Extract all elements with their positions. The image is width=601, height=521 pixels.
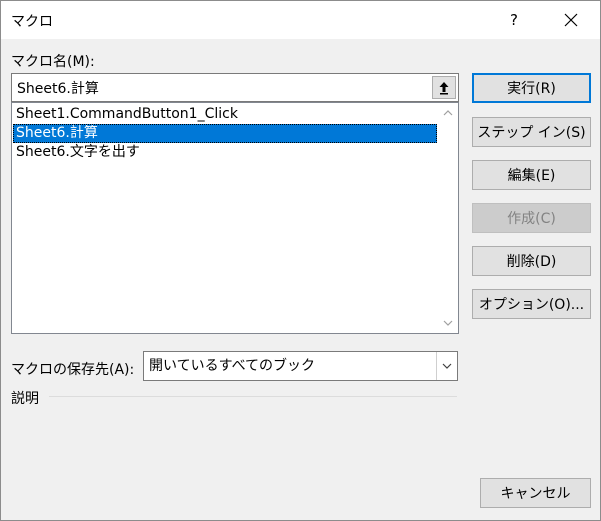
macro-name-input[interactable] xyxy=(12,74,430,101)
macro-name-field xyxy=(11,73,459,102)
location-dropdown-button[interactable] xyxy=(436,352,457,380)
run-button[interactable]: 実行(R) xyxy=(472,73,591,103)
delete-button[interactable]: 削除(D) xyxy=(472,246,591,276)
chevron-down-icon xyxy=(443,320,453,326)
scroll-up-button[interactable] xyxy=(438,103,458,123)
scroll-down-button[interactable] xyxy=(438,313,458,333)
dialog-title: マクロ xyxy=(11,14,53,30)
macro-dialog: マクロ ? マクロ名(M): Sheet1.CommandButton1_Cli… xyxy=(0,0,601,521)
list-item-selected[interactable]: Sheet6.計算 xyxy=(13,124,437,143)
edit-button[interactable]: 編集(E) xyxy=(472,160,591,190)
create-button[interactable]: 作成(C) xyxy=(472,203,591,233)
close-button[interactable] xyxy=(551,1,591,39)
help-icon: ? xyxy=(510,11,518,29)
step-in-button[interactable]: ステップ イン(S) xyxy=(472,117,591,147)
chevron-down-icon xyxy=(442,363,452,369)
description-label: 説明 xyxy=(11,391,39,407)
upload-arrow-icon xyxy=(439,81,449,94)
list-scrollbar[interactable] xyxy=(438,103,458,333)
location-select[interactable]: 開いているすべてのブック xyxy=(143,351,458,381)
list-item[interactable]: Sheet6.文字を出す xyxy=(13,143,437,162)
macro-list[interactable]: Sheet1.CommandButton1_Click Sheet6.計算 Sh… xyxy=(11,102,459,334)
description-divider xyxy=(49,396,457,397)
list-item[interactable]: Sheet1.CommandButton1_Click xyxy=(13,105,437,124)
cancel-button[interactable]: キャンセル xyxy=(480,478,591,508)
location-label: マクロの保存先(A): xyxy=(11,362,135,378)
macro-list-items: Sheet1.CommandButton1_Click Sheet6.計算 Sh… xyxy=(13,105,437,162)
macro-name-label: マクロ名(M): xyxy=(11,54,95,70)
upload-button[interactable] xyxy=(432,76,456,99)
location-value: 開いているすべてのブック xyxy=(149,358,316,374)
help-button[interactable]: ? xyxy=(497,1,531,39)
title-bar: マクロ ? xyxy=(1,1,600,39)
options-button[interactable]: オプション(O)... xyxy=(472,289,591,319)
chevron-up-icon xyxy=(443,110,453,116)
close-icon xyxy=(564,13,578,27)
